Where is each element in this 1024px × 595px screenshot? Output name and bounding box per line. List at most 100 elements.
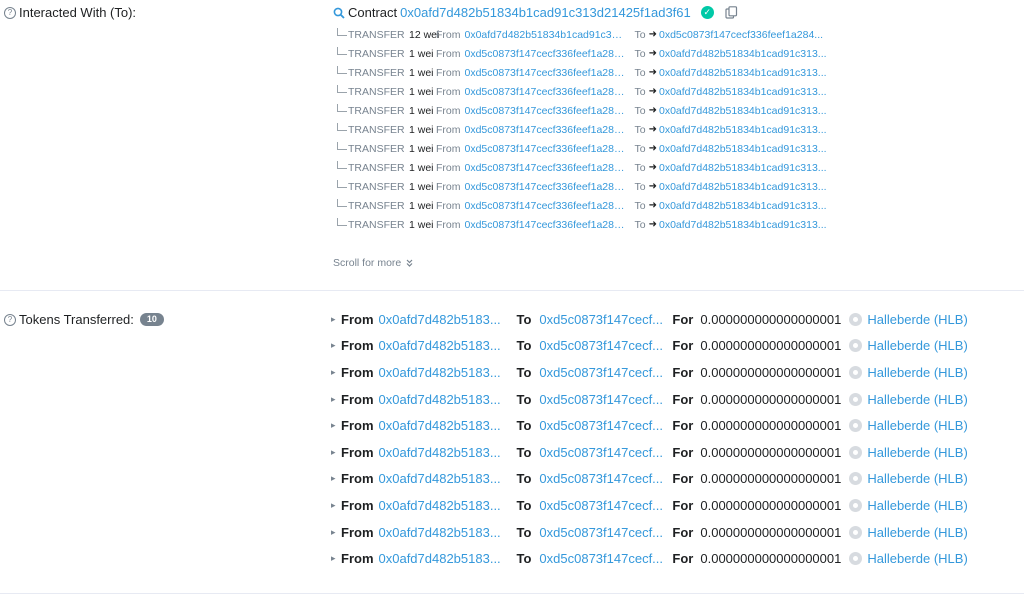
to-label: To <box>516 364 532 380</box>
token-name-link[interactable]: Halleberde (HLB) <box>867 418 967 433</box>
from-address-link[interactable]: 0xd5c0873f147cecf336feef1a284... <box>465 200 628 212</box>
to-address-link[interactable]: 0x0afd7d482b51834b1cad91c313... <box>659 143 827 155</box>
for-label: For <box>672 551 694 567</box>
to-address-link[interactable]: 0xd5c0873f147cecf336feef1a284... <box>659 29 827 41</box>
tx-type: TRANSFER <box>348 123 405 136</box>
to-address-link[interactable]: 0x0afd7d482b51834b1cad91c313... <box>659 181 827 193</box>
to-address-link[interactable]: 0xd5c0873f147cecf... <box>539 365 664 380</box>
from-address-link[interactable]: 0x0afd7d482b5183... <box>379 418 505 433</box>
token-name-link[interactable]: Halleberde (HLB) <box>867 471 967 486</box>
to-address-link[interactable]: 0x0afd7d482b51834b1cad91c313... <box>659 105 827 117</box>
caret-right-icon[interactable]: ▸ <box>331 447 341 458</box>
from-address-link[interactable]: 0xd5c0873f147cecf336feef1a284... <box>465 86 628 98</box>
caret-right-icon[interactable]: ▸ <box>331 420 341 431</box>
token-logo-icon <box>849 525 863 539</box>
tree-connector <box>337 46 347 55</box>
to-address-link[interactable]: 0x0afd7d482b51834b1cad91c313... <box>659 67 827 79</box>
token-name-link[interactable]: Halleberde (HLB) <box>867 392 967 407</box>
from-address-link[interactable]: 0x0afd7d482b5183... <box>379 365 505 380</box>
token-logo-icon <box>849 392 863 406</box>
internal-tx-row: TRANSFER 1 wei From 0xd5c0873f147cecf336fee… <box>337 44 837 63</box>
tree-connector <box>337 179 347 188</box>
from-address-link[interactable]: 0xd5c0873f147cecf336feef1a284... <box>465 162 628 174</box>
tx-type: TRANSFER <box>348 28 405 41</box>
to-address-link[interactable]: 0x0afd7d482b51834b1cad91c313... <box>659 219 827 231</box>
from-address-link[interactable]: 0xd5c0873f147cecf336feef1a284... <box>465 219 628 231</box>
token-amount: 0.000000000000000001 <box>700 418 842 434</box>
token-name-link[interactable]: Halleberde (HLB) <box>867 498 967 513</box>
tx-amount: 12 wei <box>409 28 440 41</box>
token-name-link[interactable]: Halleberde (HLB) <box>867 445 967 460</box>
to-label: To <box>634 104 646 117</box>
section-divider <box>0 593 1024 594</box>
to-address-link[interactable]: 0xd5c0873f147cecf... <box>539 338 664 353</box>
to-address-link[interactable]: 0xd5c0873f147cecf... <box>539 498 664 513</box>
to-address-link[interactable]: 0xd5c0873f147cecf... <box>539 312 664 327</box>
token-name-link[interactable]: Halleberde (HLB) <box>867 312 967 327</box>
to-address-link[interactable]: 0x0afd7d482b51834b1cad91c313... <box>659 162 827 174</box>
to-address-link[interactable]: 0x0afd7d482b51834b1cad91c313... <box>659 124 827 136</box>
from-address-link[interactable]: 0x0afd7d482b5183... <box>379 445 505 460</box>
from-address-link[interactable]: 0xd5c0873f147cecf336feef1a284... <box>465 105 628 117</box>
to-label: To <box>634 47 646 60</box>
from-address-link[interactable]: 0xd5c0873f147cecf336feef1a284... <box>465 48 628 60</box>
to-address-link[interactable]: 0xd5c0873f147cecf... <box>539 551 664 566</box>
token-name-link[interactable]: Halleberde (HLB) <box>867 551 967 566</box>
caret-right-icon[interactable]: ▸ <box>331 527 341 538</box>
caret-right-icon[interactable]: ▸ <box>331 340 341 351</box>
to-address-link[interactable]: 0xd5c0873f147cecf... <box>539 471 664 486</box>
tx-type: TRANSFER <box>348 47 405 60</box>
from-address-link[interactable]: 0xd5c0873f147cecf336feef1a284... <box>465 67 628 79</box>
for-label: For <box>672 444 694 460</box>
caret-right-icon[interactable]: ▸ <box>331 394 341 405</box>
to-label: To <box>634 142 646 155</box>
token-name-link[interactable]: Halleberde (HLB) <box>867 365 967 380</box>
to-label: To <box>634 28 646 41</box>
scroll-for-more-label: Scroll for more <box>333 257 402 269</box>
help-icon[interactable]: ? <box>4 313 16 326</box>
double-chevron-down-icon <box>406 259 413 267</box>
from-address-link[interactable]: 0x0afd7d482b5183... <box>379 312 505 327</box>
from-address-link[interactable]: 0x0afd7d482b5183... <box>379 498 505 513</box>
token-amount: 0.000000000000000001 <box>700 391 842 407</box>
tx-amount: 1 wei <box>409 85 434 98</box>
to-address-link[interactable]: 0x0afd7d482b51834b1cad91c313... <box>659 200 827 212</box>
to-address-link[interactable]: 0xd5c0873f147cecf... <box>539 418 664 433</box>
to-address-link[interactable]: 0x0afd7d482b51834b1cad91c313... <box>659 48 827 60</box>
from-address-link[interactable]: 0x0afd7d482b51834b1cad91c313... <box>465 29 628 41</box>
token-name-link[interactable]: Halleberde (HLB) <box>867 525 967 540</box>
from-address-link[interactable]: 0x0afd7d482b5183... <box>379 551 505 566</box>
from-address-link[interactable]: 0x0afd7d482b5183... <box>379 392 505 407</box>
token-transfer-row: ▸ From 0x0afd7d482b5183... To 0xd5c0873f147c… <box>331 306 1021 333</box>
contract-address-link[interactable]: 0x0afd7d482b51834b1cad91c313d21425f1ad3f… <box>400 5 691 20</box>
from-address-link[interactable]: 0x0afd7d482b5183... <box>379 471 505 486</box>
from-address-link[interactable]: 0xd5c0873f147cecf336feef1a284... <box>465 181 628 193</box>
scroll-for-more[interactable]: Scroll for more <box>333 257 413 269</box>
to-address-link[interactable]: 0x0afd7d482b51834b1cad91c313... <box>659 86 827 98</box>
from-label: From <box>341 471 374 487</box>
caret-right-icon[interactable]: ▸ <box>331 367 341 378</box>
tree-connector <box>337 160 347 169</box>
from-address-link[interactable]: 0xd5c0873f147cecf336feef1a284... <box>465 124 628 136</box>
to-address-link[interactable]: 0xd5c0873f147cecf... <box>539 445 664 460</box>
caret-right-icon[interactable]: ▸ <box>331 473 341 484</box>
to-address-link[interactable]: 0xd5c0873f147cecf... <box>539 525 664 540</box>
caret-right-icon[interactable]: ▸ <box>331 553 341 564</box>
from-address-link[interactable]: 0xd5c0873f147cecf336feef1a284... <box>465 143 628 155</box>
to-address-link[interactable]: 0xd5c0873f147cecf... <box>539 392 664 407</box>
token-name-link[interactable]: Halleberde (HLB) <box>867 338 967 353</box>
copy-icon[interactable] <box>725 6 738 19</box>
tx-amount: 1 wei <box>409 47 434 60</box>
from-address-link[interactable]: 0x0afd7d482b5183... <box>379 525 505 540</box>
caret-right-icon[interactable]: ▸ <box>331 500 341 511</box>
token-amount: 0.000000000000000001 <box>700 444 842 460</box>
tx-type: TRANSFER <box>348 104 405 117</box>
from-address-link[interactable]: 0x0afd7d482b5183... <box>379 338 505 353</box>
help-icon[interactable]: ? <box>4 6 16 19</box>
from-label: From <box>436 104 461 117</box>
contract-prefix: Contract <box>348 5 398 20</box>
tree-connector <box>337 198 347 207</box>
to-label: To <box>516 444 532 460</box>
caret-right-icon[interactable]: ▸ <box>331 314 341 325</box>
from-label: From <box>436 47 461 60</box>
